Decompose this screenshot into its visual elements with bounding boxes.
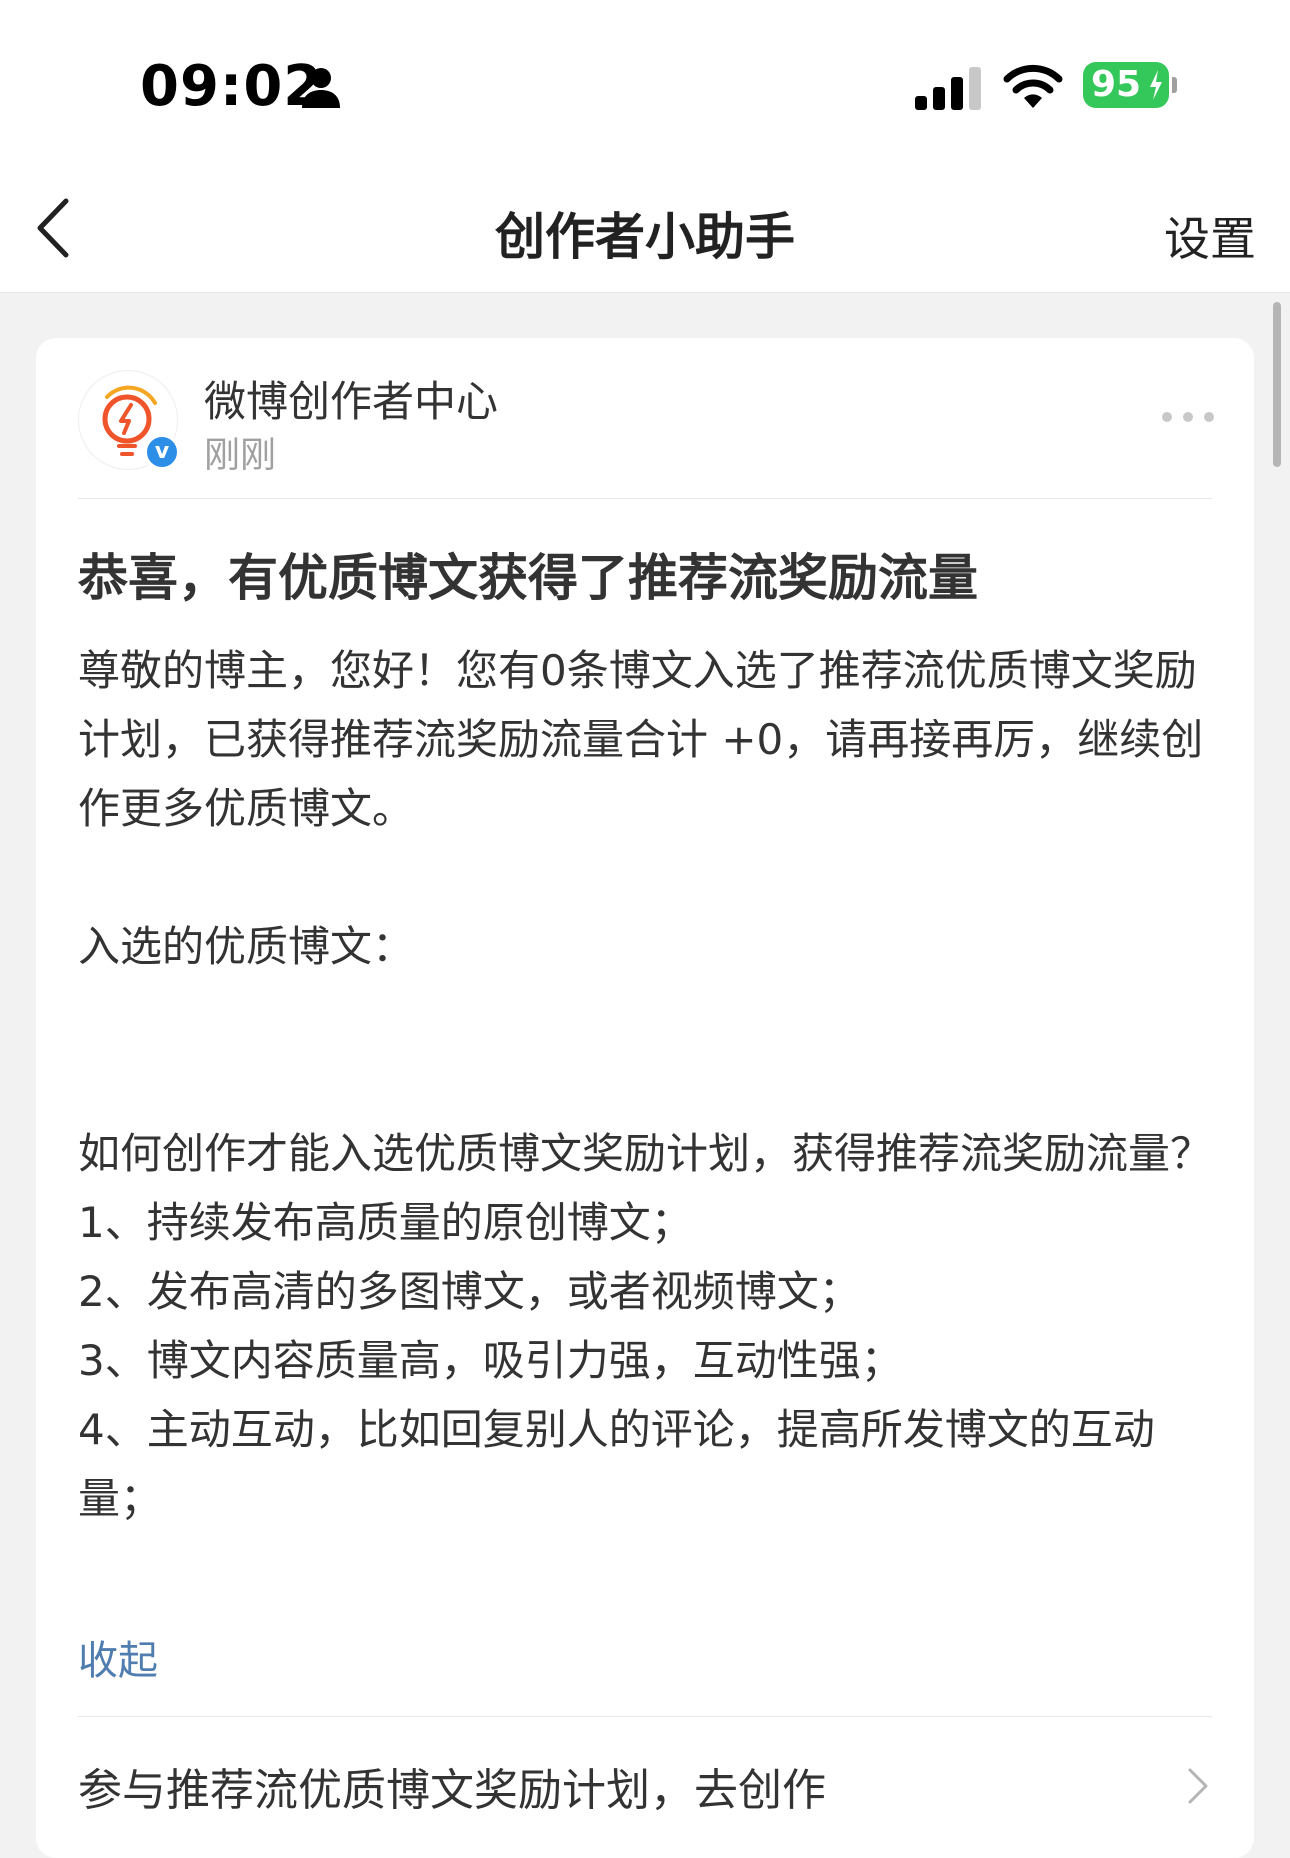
tip-item: 4、主动互动，比如回复别人的评论，提高所发博文的互动量； bbox=[78, 1405, 1155, 1523]
create-cta-row[interactable]: 参与推荐流优质博文奖励计划，去创作 bbox=[78, 1718, 1212, 1848]
battery-cap bbox=[1172, 77, 1177, 93]
signal-icon bbox=[915, 67, 981, 110]
how-to-question: 如何创作才能入选优质博文奖励计划，获得推荐流奖励流量？ bbox=[78, 1129, 1213, 1178]
battery-level: 95 bbox=[1091, 64, 1142, 105]
tip-item: 2、发布高清的多图博文，或者视频博文； bbox=[78, 1267, 861, 1316]
battery-indicator: 95 bbox=[1083, 62, 1169, 108]
post-time: 刚刚 bbox=[204, 435, 277, 476]
battery-bolt-icon bbox=[1150, 70, 1162, 100]
scrollbar[interactable] bbox=[1273, 302, 1281, 467]
chevron-right-icon bbox=[1188, 1768, 1208, 1804]
author-name[interactable]: 微博创作者中心 bbox=[204, 368, 498, 429]
message-card: v 微博创作者中心 刚刚 恭喜，有优质博文获得了推荐流奖励流量 尊敬的博主，您好… bbox=[36, 338, 1254, 1858]
selected-posts-label: 入选的优质博文： bbox=[78, 922, 415, 971]
more-icon[interactable] bbox=[1160, 410, 1216, 424]
verified-icon: v bbox=[144, 434, 180, 470]
tip-item: 3、博文内容质量高，吸引力强，互动性强； bbox=[78, 1336, 903, 1385]
divider bbox=[78, 1716, 1212, 1717]
message-title: 恭喜，有优质博文获得了推荐流奖励流量 bbox=[78, 549, 978, 607]
nav-bar: 创作者小助手 设置 bbox=[0, 175, 1290, 293]
wifi-icon bbox=[1003, 64, 1063, 108]
status-bar: 09:02 95 bbox=[0, 0, 1290, 175]
collapse-link[interactable]: 收起 bbox=[78, 1628, 158, 1686]
settings-button[interactable]: 设置 bbox=[1164, 203, 1256, 269]
tip-item: 1、持续发布高质量的原创博文； bbox=[78, 1198, 693, 1247]
message-body: 尊敬的博主，您好！您有0条博文入选了推荐流优质博文奖励计划，已获得推荐流奖励流量… bbox=[78, 636, 1228, 1533]
page-title: 创作者小助手 bbox=[495, 208, 795, 266]
create-cta-label: 参与推荐流优质博文奖励计划，去创作 bbox=[78, 1765, 826, 1816]
status-time: 09:02 bbox=[140, 54, 324, 119]
divider bbox=[78, 498, 1212, 499]
person-icon bbox=[302, 68, 340, 108]
message-intro: 尊敬的博主，您好！您有0条博文入选了推荐流优质博文奖励计划，已获得推荐流奖励流量… bbox=[78, 646, 1204, 833]
